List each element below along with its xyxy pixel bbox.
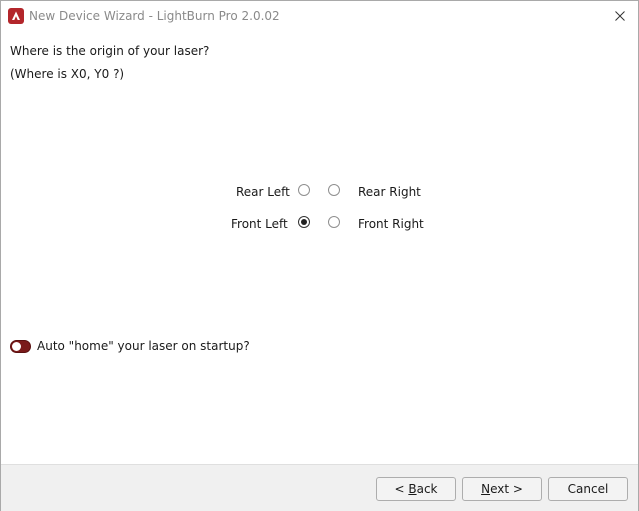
back-mnemonic: B xyxy=(408,482,417,496)
close-icon xyxy=(615,11,625,21)
lightburn-icon xyxy=(8,8,24,24)
rear-left-radio[interactable] xyxy=(298,184,310,196)
rear-right-radio[interactable] xyxy=(328,184,340,196)
back-prefix: < xyxy=(394,482,409,496)
front-left-radio[interactable] xyxy=(298,216,310,228)
front-right-label: Front Right xyxy=(358,217,424,231)
cancel-button[interactable]: Cancel xyxy=(548,477,628,501)
back-button[interactable]: < Back xyxy=(376,477,456,501)
wizard-window: New Device Wizard - LightBurn Pro 2.0.02… xyxy=(0,0,639,511)
close-button[interactable] xyxy=(608,5,632,27)
rear-left-label: Rear Left xyxy=(236,185,290,199)
toggle-knob xyxy=(12,342,21,351)
front-right-radio[interactable] xyxy=(328,216,340,228)
front-left-label: Front Left xyxy=(231,217,288,231)
back-rest: ack xyxy=(416,482,438,496)
next-rest: ext > xyxy=(490,482,523,496)
title-bar: New Device Wizard - LightBurn Pro 2.0.02 xyxy=(1,1,638,32)
auto-home-label: Auto "home" your laser on startup? xyxy=(37,339,250,353)
auto-home-toggle[interactable] xyxy=(10,340,31,353)
button-bar: < Back Next > Cancel xyxy=(1,464,638,511)
next-button[interactable]: Next > xyxy=(462,477,542,501)
window-title: New Device Wizard - LightBurn Pro 2.0.02 xyxy=(29,9,280,23)
next-mnemonic: N xyxy=(481,482,491,496)
origin-subquestion: (Where is X0, Y0 ?) xyxy=(10,67,125,81)
origin-question: Where is the origin of your laser? xyxy=(10,44,210,58)
rear-right-label: Rear Right xyxy=(358,185,421,199)
